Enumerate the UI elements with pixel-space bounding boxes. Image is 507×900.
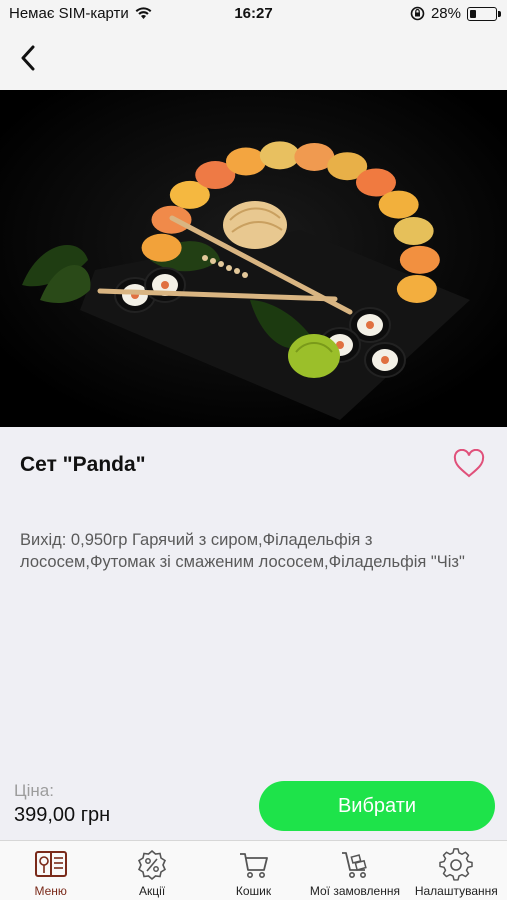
battery-percent: 28% <box>430 5 461 22</box>
status-right: 28% <box>410 5 501 22</box>
sushi-roll <box>259 141 300 170</box>
salmon-fill <box>161 281 169 289</box>
status-bar: Немає SIM-карти 16:27 28% <box>0 0 507 28</box>
tab-bar: Меню Акції Кошик Мої замовлення Налаштув… <box>0 840 507 900</box>
orientation-lock-icon <box>410 6 425 21</box>
orders-cart-icon <box>341 852 367 878</box>
tab-menu[interactable]: Меню <box>0 841 101 900</box>
battery-fill <box>470 9 477 18</box>
tab-label: Налаштування <box>414 884 498 898</box>
tab-my-orders[interactable]: Мої замовлення <box>304 841 405 900</box>
tab-label: Кошик <box>235 884 272 898</box>
product-title: Сет "Panda" <box>20 453 146 476</box>
product-description: Вихід: 0,950гр Гарячий з сиром,Філадельф… <box>20 531 465 571</box>
tab-settings[interactable]: Налаштування <box>406 841 507 900</box>
cart-icon <box>239 853 268 878</box>
chevron-left-icon <box>21 45 35 71</box>
sushi-roll <box>141 233 182 262</box>
sushi-roll <box>378 190 419 219</box>
sushi-roll <box>393 217 434 246</box>
favorite-button[interactable] <box>452 448 488 481</box>
product-info: Сет "Panda" Вихід: 0,950гр Гарячий з сир… <box>0 427 507 837</box>
heart-outline-icon <box>453 448 485 478</box>
sushi-set-image <box>0 90 507 427</box>
tab-label: Акції <box>139 884 166 898</box>
tab-label: Меню <box>34 884 67 898</box>
select-button[interactable]: Вибрати <box>259 781 495 831</box>
tab-label: Мої замовлення <box>309 884 400 898</box>
salmon-fill <box>381 356 389 364</box>
salmon-fill <box>366 321 374 329</box>
sushi-roll <box>396 274 437 303</box>
discount-icon <box>138 849 167 881</box>
back-button[interactable] <box>8 36 48 80</box>
menu-book-icon <box>34 851 67 877</box>
navigation-bar <box>0 28 507 90</box>
tab-cart[interactable]: Кошик <box>203 841 304 900</box>
tab-promotions[interactable]: Акції <box>101 841 202 900</box>
sushi-roll <box>225 147 266 176</box>
battery-icon <box>467 6 501 21</box>
sushi-roll <box>399 245 440 274</box>
price-value: 399,00 грн <box>14 804 111 826</box>
gear-icon <box>439 848 474 881</box>
price-label: Ціна: <box>14 781 54 800</box>
product-photo <box>0 90 507 427</box>
